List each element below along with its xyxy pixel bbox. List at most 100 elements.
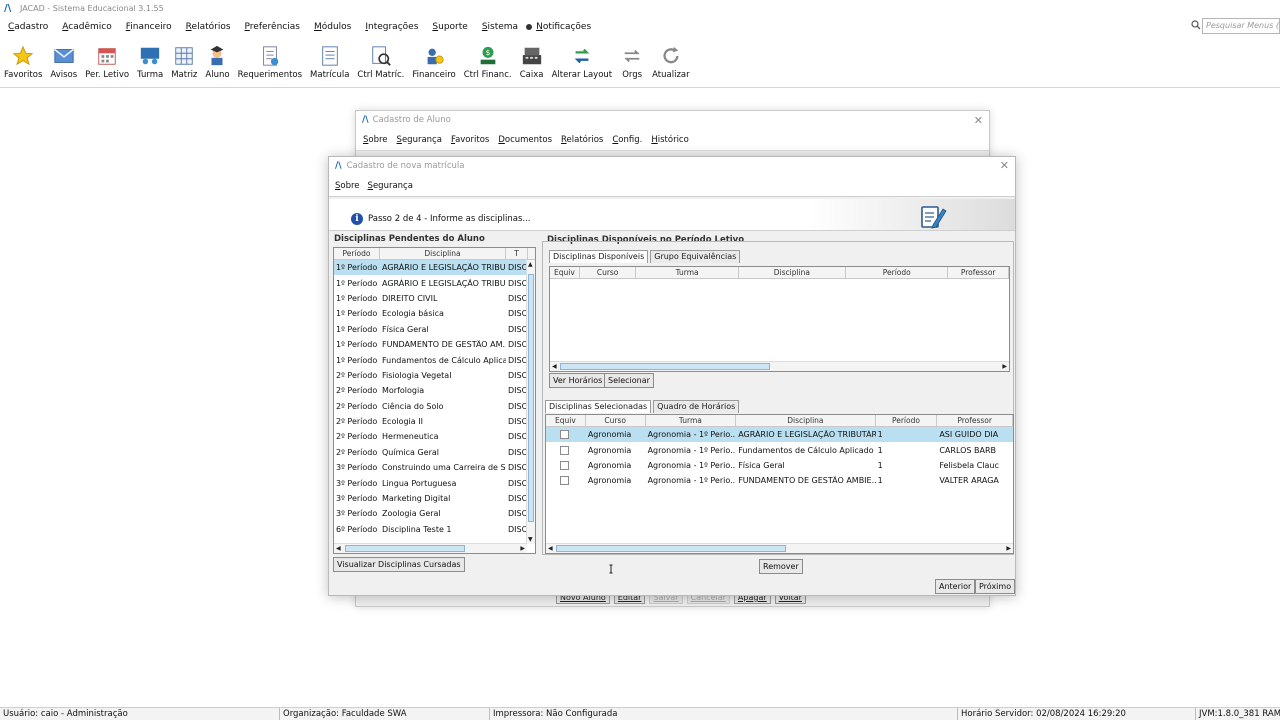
tab-disciplinas-selecionadas[interactable]: Disciplinas Selecionadas — [545, 400, 652, 413]
table-row[interactable]: 1º Período DIREITO CIVIL DISC — [334, 291, 535, 306]
scroll-left-icon[interactable]: ◀ — [552, 363, 557, 370]
visualizar-cursadas-button[interactable]: Visualizar Disciplinas Cursadas — [333, 557, 465, 572]
available-table[interactable]: Equiv Curso Turma Disciplina Período Professo… — [549, 266, 1010, 372]
table-row[interactable]: 3º Período Zoologia Geral DISC — [334, 506, 535, 521]
scroll-thumb[interactable] — [556, 545, 786, 552]
scroll-left-icon[interactable]: ◀ — [336, 545, 341, 552]
column-header[interactable]: Período — [334, 248, 380, 259]
aluno-menu-historico[interactable]: Histórico — [651, 135, 688, 145]
toolbar-alterar-layout-button[interactable]: Alterar Layout — [548, 40, 617, 84]
column-header[interactable]: Curso — [580, 267, 637, 278]
menu-notificacoes[interactable]: Notificações — [528, 22, 597, 32]
aluno-menu-documentos[interactable]: Documentos — [498, 135, 552, 145]
scroll-thumb[interactable] — [560, 363, 770, 370]
column-header[interactable]: Turma — [636, 267, 739, 278]
menu-preferencias[interactable]: Preferências — [237, 22, 306, 32]
scroll-right-icon[interactable]: ▶ — [1006, 545, 1011, 552]
column-header[interactable]: Equiv — [550, 267, 580, 278]
table-row[interactable]: 1º Período Ecologia básica DISC — [334, 306, 535, 321]
dialog-menu-seguranca[interactable]: Segurança — [368, 181, 413, 191]
equiv-checkbox[interactable] — [560, 460, 569, 470]
tab-grupo-equivalencias[interactable]: Grupo Equivalências — [650, 250, 741, 263]
toolbar-orgs-button[interactable]: Orgs — [616, 40, 648, 84]
table-row[interactable]: 1º Período Física Geral DISC — [334, 322, 535, 337]
column-header[interactable]: Turma — [646, 415, 737, 426]
close-icon[interactable]: ✕ — [1000, 159, 1009, 172]
toolbar-matricula-button[interactable]: Matrícula — [306, 40, 353, 84]
pending-vscrollbar[interactable]: ▲ ▼ — [526, 260, 535, 544]
column-header[interactable]: Disciplina — [739, 267, 847, 278]
selected-hscrollbar[interactable]: ◀ ▶ — [546, 543, 1013, 553]
table-row[interactable]: 1º Período AGRÁRIO E LEGISLAÇÃO TRIBU... D… — [334, 260, 535, 276]
menu-relatorios[interactable]: Relatórios — [178, 22, 237, 32]
anterior-button[interactable]: Anterior — [935, 579, 976, 594]
table-row[interactable]: Agronomia Agronomia - 1º Perio... Física G… — [546, 458, 1013, 473]
table-row[interactable]: 1º Período AGRÁRIO E LEGISLAÇÃO TRIBU... D… — [334, 275, 535, 290]
toolbar-avisos-button[interactable]: Avisos — [46, 40, 81, 84]
scroll-left-icon[interactable]: ◀ — [548, 545, 553, 552]
table-row[interactable]: 2º Período Ciência do Solo DISC — [334, 399, 535, 414]
table-row[interactable]: 2º Período Morfologia DISC — [334, 383, 535, 398]
table-row[interactable]: 3º Período Marketing Digital DISC — [334, 491, 535, 506]
menu-academico[interactable]: Acadêmico — [54, 22, 117, 32]
scroll-right-icon[interactable]: ▶ — [1002, 363, 1007, 370]
dialog-menu-sobre[interactable]: Sobre — [335, 181, 360, 191]
scroll-down-icon[interactable]: ▼ — [528, 536, 533, 543]
menu-suporte[interactable]: Suporte — [424, 22, 473, 32]
menu-modulos[interactable]: Módulos — [306, 22, 357, 32]
column-header[interactable]: Período — [876, 415, 938, 426]
tab-quadro-de-horarios[interactable]: Quadro de Horários — [653, 400, 740, 413]
table-row[interactable]: 2º Período Química Geral DISC — [334, 445, 535, 460]
menu-search-input[interactable]: Pesquisar Menus (Ctrl+M) — [1202, 18, 1280, 34]
menu-sistema[interactable]: Sistema — [474, 22, 524, 32]
toolbar-per-letivo-button[interactable]: Per. Letivo — [81, 40, 133, 84]
proximo-button[interactable]: Próximo — [975, 579, 1016, 594]
menu-cadastro[interactable]: Cadastro — [0, 22, 54, 32]
table-row[interactable]: Agronomia Agronomia - 1º Perio... FUNDAMEN… — [546, 473, 1013, 488]
table-row[interactable]: 3º Período Lingua Portuguesa DISC — [334, 475, 535, 490]
toolbar-favoritos-button[interactable]: Favoritos — [0, 40, 46, 84]
column-header[interactable]: Professor — [948, 267, 1009, 278]
scroll-up-icon[interactable]: ▲ — [528, 261, 533, 268]
menu-financeiro[interactable]: Financeiro — [118, 22, 178, 32]
equiv-checkbox[interactable] — [560, 445, 569, 455]
remover-button[interactable]: Remover — [759, 559, 803, 574]
table-row[interactable]: 3º Período Construindo uma Carreira de S.… — [334, 460, 535, 475]
aluno-menu-seguranca[interactable]: Segurança — [397, 135, 442, 145]
aluno-menu-favoritos[interactable]: Favoritos — [451, 135, 489, 145]
column-header[interactable]: T — [506, 248, 528, 259]
aluno-menu-config[interactable]: Config. — [612, 135, 642, 145]
pending-hscrollbar[interactable]: ◀ ▶ — [334, 543, 527, 553]
aluno-menu-sobre[interactable]: Sobre — [363, 135, 388, 145]
toolbar-financeiro-button[interactable]: Financeiro — [408, 40, 459, 84]
toolbar-turma-button[interactable]: Turma — [133, 40, 167, 84]
toolbar-atualizar-button[interactable]: Atualizar — [648, 40, 693, 84]
table-row[interactable]: Agronomia Agronomia - 1º Perio... Fundamen… — [546, 442, 1013, 457]
scroll-thumb[interactable] — [345, 545, 465, 552]
equiv-checkbox[interactable] — [560, 476, 569, 486]
column-header[interactable]: Disciplina — [380, 248, 506, 259]
table-row[interactable]: 2º Período Fisiologia Vegetal DISC — [334, 368, 535, 383]
column-header[interactable]: Professor — [937, 415, 1013, 426]
toolbar-requerimentos-button[interactable]: Requerimentos — [234, 40, 306, 84]
ver-horarios-button[interactable]: Ver Horários — [549, 373, 607, 388]
selected-table[interactable]: Equiv Curso Turma Disciplina Período Professo… — [545, 414, 1014, 554]
scroll-right-icon[interactable]: ▶ — [520, 545, 525, 552]
table-row[interactable]: 1º Período Fundamentos de Cálculo Aplica.… — [334, 352, 535, 367]
column-header[interactable]: Equiv — [546, 415, 586, 426]
toolbar-ctrl-matric-button[interactable]: Ctrl Matríc. — [353, 40, 408, 84]
tab-disciplinas-disponiveis[interactable]: Disciplinas Disponíveis — [549, 250, 649, 263]
close-icon[interactable]: ✕ — [974, 114, 983, 127]
toolbar-aluno-button[interactable]: Aluno — [201, 40, 233, 84]
toolbar-ctrl-financ-button[interactable]: $ Ctrl Financ. — [460, 40, 516, 84]
selecionar-button[interactable]: Selecionar — [604, 373, 654, 388]
pending-table[interactable]: Período Disciplina T 1º Período AGRÁRIO E L… — [333, 247, 536, 554]
column-header[interactable]: Período — [846, 267, 949, 278]
menu-integracoes[interactable]: Integrações — [357, 22, 424, 32]
available-hscrollbar[interactable]: ◀ ▶ — [550, 361, 1009, 371]
toolbar-matriz-button[interactable]: Matriz — [167, 40, 201, 84]
aluno-menu-relatorios[interactable]: Relatórios — [561, 135, 603, 145]
table-row[interactable]: 6º Período Disciplina Teste 1 DISC — [334, 522, 535, 537]
table-row[interactable]: 1º Período FUNDAMENTO DE GESTÃO AM... DISC — [334, 337, 535, 352]
scroll-thumb[interactable] — [528, 274, 534, 522]
